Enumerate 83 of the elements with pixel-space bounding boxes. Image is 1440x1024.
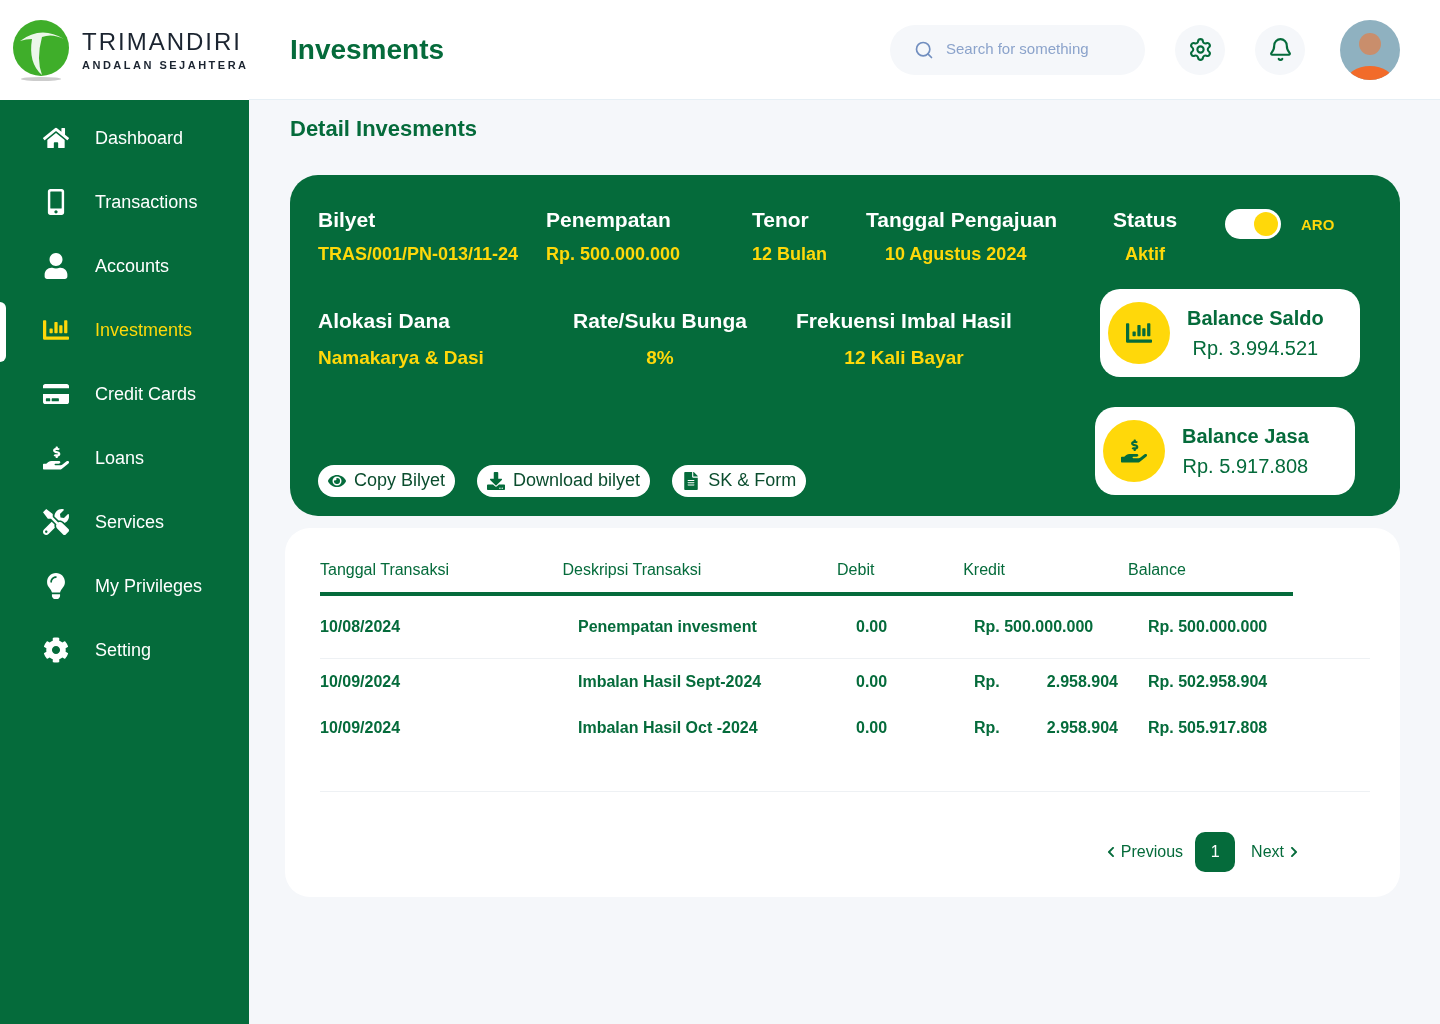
sidebar-item[interactable]: Transactions	[43, 188, 198, 216]
column-header: Deskripsi Transaksi	[562, 560, 703, 580]
sidebar-item[interactable]: Setting	[43, 636, 152, 664]
hand-coin-icon	[43, 445, 69, 471]
table-cell-text: Rp. 502.958.904	[1148, 672, 1268, 692]
field-label: Tanggal Pengajuan	[866, 207, 1058, 233]
balance-label: Balance Jasa	[1182, 423, 1309, 449]
bar-chart-icon	[43, 317, 69, 343]
sidebar-item[interactable]: Investments	[43, 316, 193, 344]
field-value: 12 Kali Bayar	[844, 346, 964, 370]
sidebar-item[interactable]: Services	[43, 508, 165, 536]
field-label: Status	[1113, 207, 1179, 233]
table-cell-text: 10/08/2024	[320, 617, 402, 637]
section-title: Detail Invesments	[290, 115, 479, 143]
field-label: Bilyet	[318, 207, 377, 233]
document-icon	[682, 471, 701, 490]
field-value: Rp. 500.000.000	[546, 243, 682, 266]
user-icon	[43, 253, 69, 279]
field-label: Alokasi Dana	[318, 307, 450, 334]
table-cell-text: Imbalan Hasil Oct -2024	[578, 718, 759, 738]
credit-card-icon	[43, 381, 69, 407]
sidebar-item[interactable]: Credit Cards	[43, 380, 197, 408]
column-header: Kredit	[963, 560, 1006, 580]
table-cell-text: Imbalan Hasil Sept-2024	[578, 672, 763, 692]
table-cell-text: Penempatan invesment	[578, 617, 758, 637]
chevron-right-icon	[1288, 846, 1300, 858]
tools-icon	[43, 509, 69, 535]
search-input[interactable]: Search for something	[946, 38, 1126, 61]
field-label: Frekuensi Imbal Hasil	[796, 307, 1012, 334]
field-label: Penempatan	[546, 207, 672, 233]
balance-value: Rp. 3.994.521	[1192, 335, 1319, 361]
search-icon	[914, 39, 934, 60]
hand-coin-icon	[1121, 437, 1147, 464]
sidebar-item[interactable]: Accounts	[43, 252, 170, 280]
table-cell-text: 0.00	[856, 617, 889, 637]
download-icon	[487, 471, 506, 490]
brand-tagline: ANDALAN SEJAHTERA	[82, 57, 249, 73]
search-field[interactable]: Search for something	[890, 24, 1145, 75]
next-button[interactable]: Next	[1251, 840, 1300, 864]
table-cell-text: Rp.	[974, 672, 1000, 692]
bell-icon	[1267, 37, 1293, 62]
table-cell-text: Rp. 500.000.000	[974, 617, 1094, 637]
balance-value: Rp. 5.917.808	[1182, 453, 1309, 479]
house-icon	[43, 125, 69, 151]
action-button[interactable]: Download bilyet	[477, 464, 651, 497]
table-cell-text: 0.00	[856, 672, 889, 692]
sidebar-item[interactable]: My Privileges	[43, 572, 203, 600]
sidebar-item[interactable]: Dashboard	[43, 124, 184, 152]
field-value: 12 Bulan	[752, 243, 829, 266]
table-cell-text: Rp. 500.000.000	[1148, 617, 1268, 637]
table-cell-text: 10/09/2024	[320, 672, 402, 692]
field-value: 8%	[646, 346, 674, 370]
field-value: Namakarya & Dasi	[318, 346, 484, 370]
aro-toggle[interactable]	[1225, 209, 1281, 239]
field-value: 10 Agustus 2024	[884, 243, 1028, 266]
settings-icon	[1187, 37, 1213, 62]
brand-name: TRIMANDIRI	[82, 26, 243, 57]
field-value: Aktif	[1124, 243, 1166, 266]
table-cell-text: 2.958.904	[1046, 718, 1118, 738]
table-cell-text: Rp.	[974, 718, 1000, 738]
aro-label: ARO	[1301, 215, 1335, 235]
settings-button[interactable]	[1175, 24, 1225, 75]
table-cell-text: 10/09/2024	[320, 718, 402, 738]
sidebar-item[interactable]: Loans	[43, 444, 145, 472]
active-indicator	[0, 302, 6, 362]
field-label: Tenor	[752, 207, 810, 233]
field-label: Rate/Suku Bunga	[573, 307, 747, 334]
table-cell-text: 0.00	[856, 718, 889, 738]
page-title: Invesments	[290, 32, 446, 67]
action-button[interactable]: SK & Form	[672, 464, 807, 497]
logo-icon	[12, 19, 70, 81]
page-button[interactable]: 1	[1195, 832, 1236, 872]
column-header: Debit	[837, 560, 876, 580]
previous-button[interactable]: Previous	[1104, 840, 1184, 864]
table-cell-text: 2.958.904	[1046, 672, 1118, 692]
column-header: Balance	[1128, 560, 1187, 580]
table-cell-text: Rp. 505.917.808	[1148, 718, 1268, 738]
settings-icon	[43, 637, 69, 663]
notification-button[interactable]	[1255, 24, 1305, 75]
column-header: Tanggal Transaksi	[320, 560, 450, 580]
action-button[interactable]: Copy Bilyet	[318, 464, 456, 497]
field-value: TRAS/001/PN-013/11-24	[318, 243, 520, 266]
balance-label: Balance Saldo	[1187, 305, 1324, 331]
